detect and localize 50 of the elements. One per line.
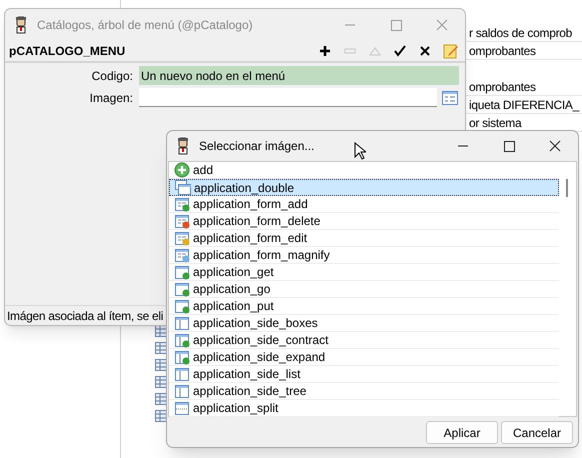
list-item[interactable]: application_side_list xyxy=(169,366,559,383)
list-item[interactable]: application_go xyxy=(169,281,559,298)
dialog-title: Seleccionar imágen... xyxy=(199,138,314,155)
check-icon[interactable] xyxy=(393,44,407,58)
catalog-name: pCATALOGO_MENU xyxy=(9,43,126,60)
list-item[interactable]: application_double xyxy=(169,179,559,196)
plus-icon[interactable] xyxy=(318,44,332,58)
window-icon xyxy=(174,332,190,348)
field-label: Codigo: xyxy=(90,68,134,84)
text-field[interactable]: Un nuevo nodo en el menú xyxy=(139,66,459,85)
list-item[interactable]: application_get xyxy=(169,264,559,281)
list-item[interactable]: application_form_add xyxy=(169,196,559,213)
dialog-button[interactable]: Cancelar xyxy=(501,421,573,444)
form-icon[interactable] xyxy=(442,90,458,104)
notepad-pencil-icon[interactable] xyxy=(443,43,459,59)
field-label: Imagen: xyxy=(88,90,134,106)
list-item[interactable]: application_split xyxy=(169,400,559,417)
list-item[interactable]: application_side_contract xyxy=(169,332,559,349)
list-item[interactable]: application_side_tree xyxy=(169,383,559,400)
dialog-button[interactable]: Aplicar xyxy=(426,421,498,444)
text-field[interactable] xyxy=(139,88,437,107)
window-icon xyxy=(174,213,190,229)
person-icon xyxy=(13,16,29,34)
window-icon xyxy=(174,298,190,314)
table-cell-text: omprobantes xyxy=(469,78,536,96)
table-cell-text: iqueta DIFERENCIA_ xyxy=(469,96,579,114)
window-icon xyxy=(174,315,190,331)
list-item[interactable]: application_form_edit xyxy=(169,230,559,247)
list-item[interactable]: application_put xyxy=(169,298,559,315)
window-icon xyxy=(174,196,190,212)
window-icon xyxy=(174,247,190,263)
window-icon xyxy=(175,180,191,196)
window-icon xyxy=(174,281,190,297)
scrollbar-thumb[interactable] xyxy=(566,179,568,197)
window-icon xyxy=(174,349,190,365)
list-item[interactable]: application_form_magnify xyxy=(169,247,559,264)
window-icon xyxy=(174,230,190,246)
window-icon xyxy=(174,264,190,280)
table-cell-text: omprobantes xyxy=(469,42,536,60)
close-icon[interactable] xyxy=(418,44,432,58)
list-item[interactable]: application_side_expand xyxy=(169,349,559,366)
table-cell-text: r saldos de comprob xyxy=(469,24,572,42)
list-item[interactable]: application_form_delete xyxy=(169,213,559,230)
window-icon xyxy=(174,383,190,399)
status-text: Imágen asociada al ítem, se eli xyxy=(7,308,164,324)
window-title: Catálogos, árbol de menú (@pCatalogo) xyxy=(37,17,253,34)
list-item[interactable]: application_side_boxes xyxy=(169,315,559,332)
table-cell-text: or sistema xyxy=(469,114,522,132)
window-icon xyxy=(174,366,190,382)
person-icon xyxy=(175,137,191,155)
